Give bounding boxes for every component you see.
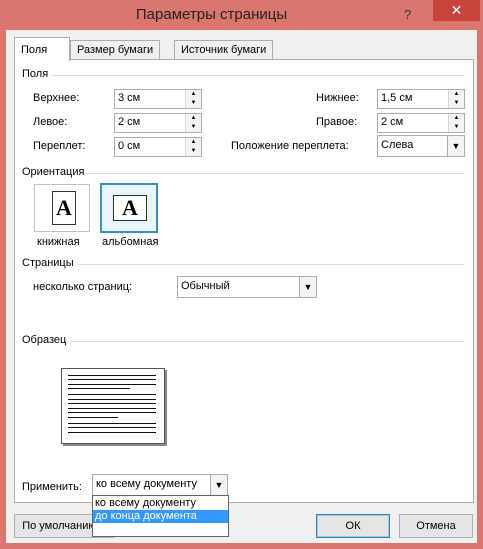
chevron-down-icon[interactable]: ▼ <box>299 277 316 297</box>
help-button[interactable]: ? <box>404 7 411 22</box>
right-margin-field[interactable]: 2 см ▲ ▼ <box>377 113 465 133</box>
margins-divider <box>52 75 464 76</box>
tab-paper-size[interactable]: Размер бумаги <box>70 40 161 60</box>
multiple-pages-value: Обычный <box>181 280 230 292</box>
portrait-option[interactable]: A <box>34 184 90 232</box>
gutter-value: 0 см <box>118 140 141 152</box>
dropdown-option-whole-document[interactable]: ко всему документу <box>93 497 228 510</box>
preview-line <box>68 403 156 404</box>
gutter-position-select[interactable]: Слева ▼ <box>377 135 465 157</box>
pages-group-label: Страницы <box>22 257 74 269</box>
apply-select[interactable]: ко всему документу ▼ <box>92 474 228 496</box>
gutter-position-label: Положение переплета: <box>231 140 349 152</box>
left-margin-label: Левое: <box>33 116 68 128</box>
top-margin-field[interactable]: 3 см ▲ ▼ <box>114 89 202 109</box>
top-margin-label: Верхнее: <box>33 92 80 104</box>
preview-line <box>68 384 156 385</box>
pages-divider <box>78 264 464 265</box>
right-margin-label: Правое: <box>316 116 358 128</box>
left-margin-field[interactable]: 2 см ▲ ▼ <box>114 113 202 133</box>
gutter-position-value: Слева <box>381 139 414 151</box>
gutter-label: Переплет: <box>33 140 86 152</box>
portrait-page-icon: A <box>52 191 76 225</box>
landscape-option[interactable]: A <box>100 183 158 233</box>
multiple-pages-label: несколько страниц: <box>33 281 133 293</box>
bottom-margin-value: 1,5 см <box>381 92 413 104</box>
preview-group-label: Образец <box>22 334 67 346</box>
landscape-label: альбомная <box>102 236 159 248</box>
preview-line <box>68 408 156 409</box>
preview-line <box>68 432 156 433</box>
page-preview <box>61 368 165 444</box>
right-margin-value: 2 см <box>381 116 404 128</box>
preview-line <box>68 427 156 428</box>
preview-line <box>68 423 156 424</box>
apply-dropdown-list: ко всему документу до конца документа <box>92 495 229 537</box>
preview-line <box>68 388 130 389</box>
preview-line <box>68 375 156 376</box>
margins-group-label: Поля <box>22 68 49 80</box>
bottom-margin-label: Нижнее: <box>316 92 359 104</box>
chevron-down-icon[interactable]: ▼ <box>210 475 227 495</box>
orientation-divider <box>86 173 464 174</box>
window-title: Параметры страницы <box>135 6 288 23</box>
top-margin-value: 3 см <box>118 92 141 104</box>
spin-down-icon[interactable]: ▼ <box>449 123 464 132</box>
left-margin-value: 2 см <box>118 116 141 128</box>
cancel-button[interactable]: Отмена <box>399 514 473 538</box>
preview-line <box>68 379 156 380</box>
spin-down-icon[interactable]: ▼ <box>186 99 201 108</box>
spin-down-icon[interactable]: ▼ <box>186 147 201 156</box>
tab-paper-source[interactable]: Источник бумаги <box>174 40 274 60</box>
dropdown-option-to-end[interactable]: до конца документа <box>93 510 228 523</box>
spin-down-icon[interactable]: ▼ <box>449 99 464 108</box>
preview-line <box>68 399 156 400</box>
chevron-down-icon[interactable]: ▼ <box>447 136 464 156</box>
preview-line <box>68 394 156 395</box>
ok-button[interactable]: ОК <box>316 514 390 538</box>
spin-down-icon[interactable]: ▼ <box>186 123 201 132</box>
gutter-field[interactable]: 0 см ▲ ▼ <box>114 137 202 157</box>
apply-label: Применить: <box>22 481 82 493</box>
landscape-page-icon: A <box>113 195 147 221</box>
portrait-label: книжная <box>37 236 80 248</box>
preview-line <box>68 417 118 418</box>
preview-divider <box>70 341 464 342</box>
bottom-margin-field[interactable]: 1,5 см ▲ ▼ <box>377 89 465 109</box>
orientation-group-label: Ориентация <box>22 166 85 178</box>
tab-margins[interactable]: Поля <box>14 37 70 61</box>
title-bar: Параметры страницы ? ✕ <box>0 0 483 30</box>
multiple-pages-select[interactable]: Обычный ▼ <box>177 276 317 298</box>
apply-value: ко всему документу <box>96 478 197 490</box>
close-button[interactable]: ✕ <box>433 0 480 21</box>
preview-line <box>68 412 156 413</box>
